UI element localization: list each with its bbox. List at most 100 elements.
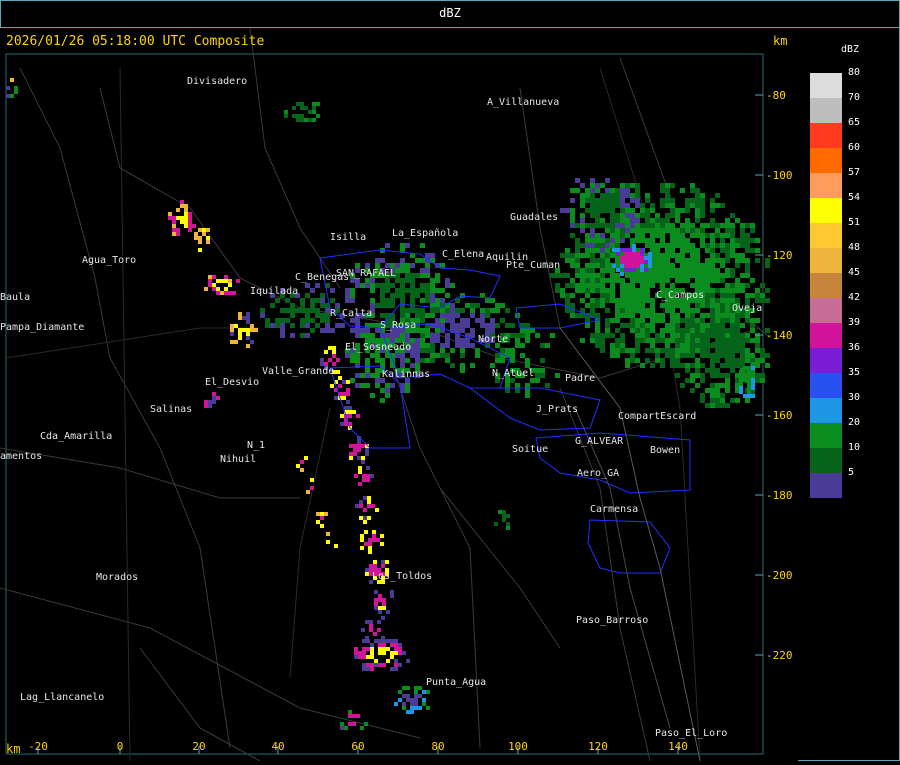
place-label: Paso_El_Loro	[655, 728, 727, 739]
place-label: Paso_Barroso	[576, 615, 648, 626]
place-label: Punta_Agua	[426, 677, 486, 688]
place-label: Los_Toldos	[372, 571, 432, 582]
place-label: Iquilada	[250, 286, 298, 297]
place-label: Padre	[565, 373, 595, 384]
legend-swatch	[810, 298, 842, 323]
y-tick-label: -80	[766, 89, 786, 102]
legend-label: 70	[848, 92, 861, 103]
place-label: Guadales	[510, 212, 558, 223]
legend-swatch	[810, 173, 842, 198]
legend-label: 60	[848, 142, 861, 153]
legend-swatch	[810, 248, 842, 273]
place-label: Morados	[96, 572, 138, 583]
place-label: Salinas	[150, 404, 192, 415]
place-label: Valle_Grande	[262, 366, 334, 377]
place-label: R_Calta	[330, 308, 372, 319]
legend-label: 42	[848, 292, 861, 303]
place-label: Oveja	[732, 303, 762, 314]
x-tick-label: -20	[28, 740, 48, 753]
place-label: Divisadero	[187, 76, 247, 87]
legend-label: 48	[848, 242, 861, 253]
legend-swatch	[810, 198, 842, 223]
place-label: Agua_Toro	[82, 255, 136, 266]
scan-timestamp: 2026/01/26 05:18:00 UTC Composite	[6, 34, 265, 49]
legend-swatch	[810, 123, 842, 148]
legend-swatch	[810, 398, 842, 423]
product-title: dBZ	[439, 6, 461, 20]
place-label: Isilla	[330, 232, 366, 243]
place-label: Norte	[478, 334, 508, 345]
x-tick-label: 120	[588, 740, 608, 753]
y-tick-label: -200	[766, 569, 793, 582]
y-tick-label: -220	[766, 649, 793, 662]
title-bar: dBZ	[0, 0, 900, 28]
place-label: Cda_Amarilla	[40, 431, 112, 442]
y-tick-label: -100	[766, 169, 793, 182]
legend-swatch	[810, 98, 842, 123]
place-label: N_Atuel	[492, 368, 534, 379]
x-tick-label: 40	[271, 740, 284, 753]
y-axis-unit: km	[773, 34, 788, 48]
legend-swatch	[810, 423, 842, 448]
place-label: Pte_Cuman	[506, 260, 560, 271]
place-label: C_Campos	[656, 290, 704, 301]
legend-swatch	[810, 473, 842, 498]
y-tick-label: -160	[766, 409, 793, 422]
legend-label: 45	[848, 267, 861, 278]
legend-title: dBZ	[840, 44, 860, 55]
place-label: G_ALVEAR	[575, 436, 624, 447]
place-label: C_Elena	[442, 249, 484, 260]
legend-label: 39	[848, 317, 861, 328]
legend-label: 20	[848, 417, 861, 428]
legend-swatch	[810, 373, 842, 398]
legend-swatch	[810, 273, 842, 298]
place-label: amentos	[0, 451, 42, 462]
y-tick-label: -180	[766, 489, 793, 502]
x-axis-unit: km	[6, 742, 21, 756]
x-tick-label: 20	[192, 740, 205, 753]
place-label: La_Española	[392, 228, 458, 239]
legend-label: 80	[848, 67, 861, 78]
legend-label: 5	[848, 467, 855, 478]
place-label: J_Prats	[536, 404, 578, 415]
legend-label: 35	[848, 367, 861, 378]
legend-label: 36	[848, 342, 861, 353]
x-tick-label: 140	[668, 740, 688, 753]
place-label: Baula	[0, 292, 30, 303]
legend-label: 65	[848, 117, 861, 128]
legend-swatch	[810, 73, 842, 98]
place-label: S_Rosa	[380, 320, 416, 331]
legend-label: 57	[848, 167, 861, 178]
y-tick-label: -120	[766, 249, 793, 262]
radar-map-panel[interactable]: Divisadero A_Villanueva Guadales Agua_Toro B…	[0, 27, 798, 762]
place-label: Kalinnas	[382, 369, 430, 380]
place-label: CompartEscard	[618, 411, 696, 422]
radar-map[interactable]: Divisadero A_Villanueva Guadales Agua_Toro B…	[0, 27, 798, 762]
place-label: Aero_GA	[577, 468, 619, 479]
legend-label: 51	[848, 217, 861, 228]
color-legend: dBZ 80 70 65 60 57 54 51 48 45 42 39 36 35 30 20 10 5	[800, 28, 900, 761]
place-label: C_Benegas	[295, 272, 349, 283]
legend-swatch	[810, 148, 842, 173]
place-label: Lag_Llancanelo	[20, 692, 104, 703]
legend-label: 54	[848, 192, 861, 203]
place-label: Carmensa	[590, 504, 638, 515]
place-label: Pampa_Diamante	[0, 322, 84, 333]
place-label: El_Sosneado	[345, 342, 411, 353]
place-label: Bowen	[650, 445, 680, 456]
x-tick-label: 100	[508, 740, 528, 753]
place-label: A_Villanueva	[487, 97, 559, 108]
legend-swatch	[810, 448, 842, 473]
place-label: El_Desvio	[205, 377, 259, 388]
legend-swatch	[810, 223, 842, 248]
x-tick-label: 0	[117, 740, 124, 753]
x-tick-label: 60	[351, 740, 364, 753]
legend-swatch	[810, 348, 842, 373]
legend-swatch	[810, 323, 842, 348]
legend-entry: 5	[810, 467, 890, 498]
place-label: Soitue	[512, 444, 548, 455]
legend-label: 30	[848, 392, 861, 403]
legend-label: 10	[848, 442, 861, 453]
place-label: Nihuil	[220, 454, 256, 465]
place-label: N_1	[247, 440, 265, 451]
